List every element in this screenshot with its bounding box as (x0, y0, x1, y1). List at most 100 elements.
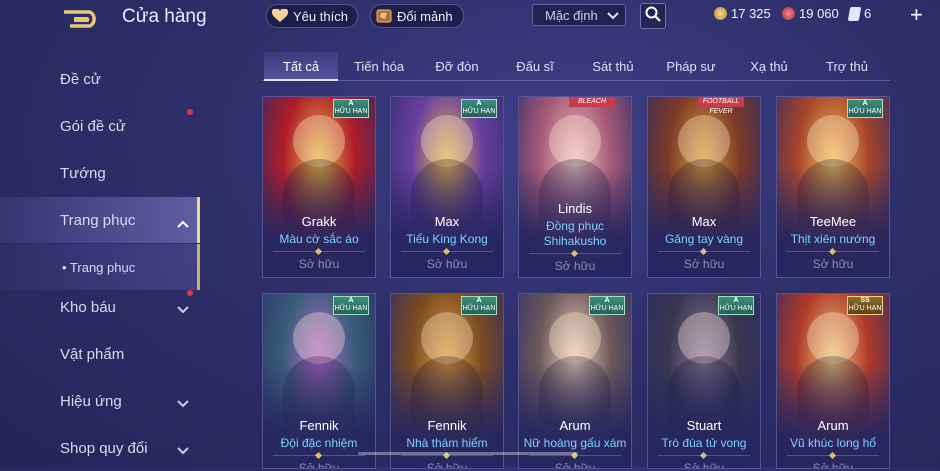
heart-icon (271, 7, 289, 25)
plus-icon: + (910, 2, 923, 27)
sidebar-item-label: Gói đề cử (60, 117, 126, 135)
sidebar-item-label: Đề cử (60, 70, 101, 88)
sidebar-item-featured[interactable]: Đề cử (0, 56, 200, 102)
hero-name: Arum (817, 418, 849, 433)
skin-card[interactable]: A HỮU HẠN Max Tiểu King Kong Sở hữu (390, 96, 504, 278)
rarity-badge: A HỮU HẠN (718, 296, 754, 315)
owned-status: Sở hữu (683, 257, 725, 271)
owned-status: Sở hữu (554, 461, 596, 469)
sort-selected-value: Mặc định (545, 7, 598, 23)
owned-status: Sở hữu (298, 257, 340, 271)
chevron-up-icon (177, 215, 189, 232)
sidebar-item-skins[interactable]: Trang phục (0, 197, 200, 243)
sidebar-item-label: • Trang phục (62, 259, 136, 275)
rarity-badge: A HỮU HẠN (461, 296, 497, 315)
chevron-down-icon (177, 301, 189, 318)
red-gem-icon (782, 7, 795, 20)
gold-amount: 17 325 (731, 6, 771, 21)
sidebar-item-items[interactable]: Vật phẩm (0, 331, 200, 377)
owned-status: Sở hữu (812, 461, 854, 469)
sidebar-item-label: Tướng (60, 164, 106, 182)
hero-name: Lindis (558, 201, 592, 216)
sidebar-item-heroes[interactable]: Tướng (0, 150, 200, 196)
card-divider (401, 251, 493, 252)
skin-card[interactable]: A HỮU HẠN TeeMee Thịt xiên nướng Sở hữu (776, 96, 890, 278)
hero-name: Arum (559, 418, 591, 433)
hero-name: Grakk (301, 214, 337, 229)
gold-currency: 17 325 (714, 6, 771, 21)
gem-currency: 19 060 (782, 6, 839, 21)
tab-evolution[interactable]: Tiến hóa (342, 52, 416, 80)
hero-name: Max (434, 214, 460, 229)
tab-assassin[interactable]: Sát thủ (576, 52, 650, 80)
tab-marksman[interactable]: Xạ thủ (732, 52, 806, 80)
sidebar-item-treasure[interactable]: Kho báu (0, 284, 200, 330)
page-title: Cửa hàng (122, 6, 207, 27)
sidebar: Đề cử Gói đề cử Tướng Trang phục • Trang… (0, 50, 200, 467)
skin-name: Màu cờ sắc áo (279, 232, 359, 246)
skin-name: Nữ hoàng gấu xám (523, 436, 627, 450)
rarity-badge: SS HỮU HẠN (847, 296, 883, 315)
tab-mage[interactable]: Pháp sư (654, 52, 728, 80)
search-icon (645, 6, 661, 27)
chevron-down-icon (177, 395, 189, 412)
back-icon[interactable] (62, 8, 104, 28)
favorites-button[interactable]: Yêu thích (266, 4, 358, 28)
sidebar-item-effects[interactable]: Hiệu ứng (0, 378, 200, 424)
owned-status: Sở hữu (683, 461, 725, 469)
rarity-badge: A HỮU HẠN (333, 99, 369, 118)
sidebar-item-label: Hiệu ứng (60, 392, 122, 410)
skin-name: Tiểu King Kong (406, 232, 488, 246)
owned-status: Sở hữu (298, 461, 340, 469)
search-button[interactable] (640, 3, 666, 29)
hero-name: Fennik (299, 418, 339, 433)
add-currency-button[interactable]: + (910, 2, 923, 28)
exchange-fragments-button[interactable]: Đổi mảnh (370, 4, 464, 28)
favorites-label: Yêu thích (293, 8, 348, 24)
skin-card[interactable]: A HỮU HẠN Fennik Đội đặc nhiệm Sở hữu (262, 293, 376, 469)
skin-card[interactable]: BLEACH Lindis Đồng phục Shihakusho Sở hữu (518, 96, 632, 278)
sort-dropdown[interactable]: Mặc định (532, 4, 626, 26)
card-divider (658, 251, 750, 252)
hero-name: TeeMee (809, 214, 857, 229)
collab-logo: BLEACH (569, 97, 615, 107)
skin-card[interactable]: A HỮU HẠN Arum Nữ hoàng gấu xám Sở hữu (518, 293, 632, 469)
owned-status: Sở hữu (426, 257, 468, 271)
sidebar-item-featured-bundles[interactable]: Gói đề cử (0, 103, 200, 149)
collab-logo: FOOTBALL FEVER (698, 97, 744, 115)
owned-status: Sở hữu (554, 259, 596, 273)
rarity-badge: A HỮU HẠN (589, 296, 625, 315)
skin-card[interactable]: SS HỮU HẠN Arum Vũ khúc long hổ Sở hữu (776, 293, 890, 469)
voucher-amount: 6 (864, 6, 872, 21)
gem-amount: 19 060 (799, 6, 839, 21)
tab-all[interactable]: Tất cả (264, 52, 338, 80)
sidebar-item-exchange-shop[interactable]: Shop quy đổi (0, 425, 200, 471)
sidebar-item-label: Trang phục (60, 211, 136, 229)
rarity-badge: A HỮU HẠN (847, 99, 883, 118)
gold-coin-icon (714, 7, 727, 20)
top-bar: Cửa hàng Yêu thích Đổi mảnh Mặc định 17 … (0, 0, 940, 34)
scroll-indicator[interactable] (358, 452, 578, 455)
card-divider (529, 455, 621, 456)
skin-card[interactable]: FOOTBALL FEVER Max Găng tay vàng Sở hữu (647, 96, 761, 278)
card-divider (529, 253, 621, 254)
owned-status: Sở hữu (426, 461, 468, 469)
skin-name: Vũ khúc long hổ (789, 436, 877, 450)
sidebar-item-label: Shop quy đổi (60, 439, 148, 457)
tab-support[interactable]: Trợ thủ (810, 52, 884, 80)
tab-fighter[interactable]: Đấu sĩ (498, 52, 572, 80)
chevron-down-icon (607, 8, 619, 23)
skin-name: Đồng phục Shihakusho (543, 219, 607, 248)
card-divider (787, 455, 879, 456)
skin-name: Găng tay vàng (664, 232, 744, 246)
tab-tank[interactable]: Đỡ đòn (420, 52, 494, 80)
hero-name: Stuart (686, 418, 722, 433)
notification-dot (187, 109, 193, 115)
skin-card[interactable]: A HỮU HẠN Stuart Trò đùa tử vong Sở hữu (647, 293, 761, 469)
skin-card[interactable]: A HỮU HẠN Fennik Nhà thám hiểm Sở hữu (390, 293, 504, 469)
card-divider (658, 455, 750, 456)
skin-card[interactable]: A HỮU HẠN Grakk Màu cờ sắc áo Sở hữu (262, 96, 376, 278)
skin-name: Trò đùa tử vong (661, 436, 747, 450)
notification-dot (187, 290, 193, 296)
chevron-down-icon (177, 442, 189, 459)
